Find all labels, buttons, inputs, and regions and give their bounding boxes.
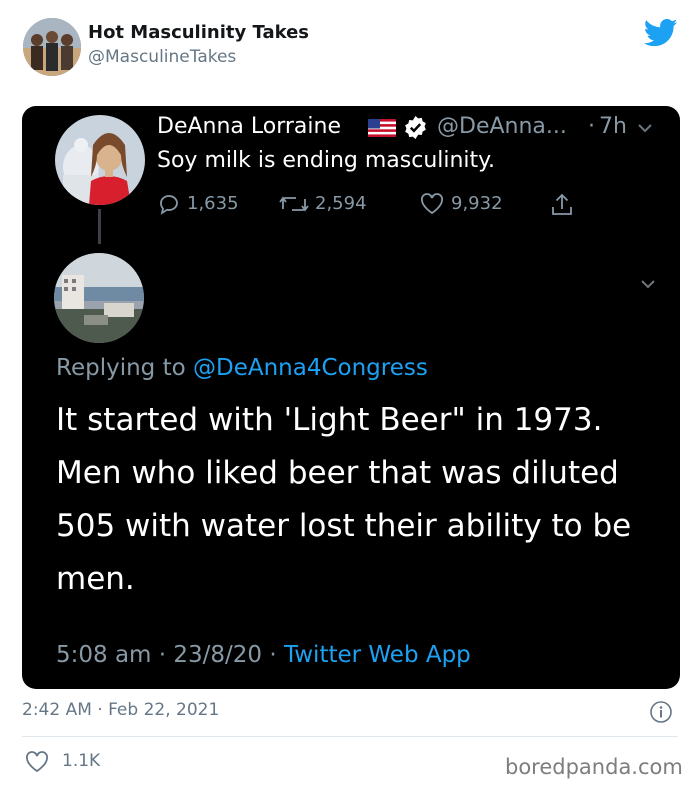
tweet-author-avatar xyxy=(55,115,145,205)
heart-icon[interactable] xyxy=(24,750,50,774)
reply-line: 505 with water lost their ability to be xyxy=(56,508,632,544)
reply-line: Men who liked beer that was diluted xyxy=(56,455,619,491)
us-flag-icon xyxy=(368,119,396,137)
author-name[interactable]: Hot Masculinity Takes xyxy=(88,22,309,43)
thread-line xyxy=(98,209,101,244)
twitter-logo-icon[interactable] xyxy=(643,18,678,48)
tweet-author-handle: @DeAnna... xyxy=(437,114,567,139)
author-handle[interactable]: @MasculineTakes xyxy=(88,47,236,67)
reply-text: It started with 'Light Beer" in 1973. Me… xyxy=(56,394,656,606)
like-action: 9,932 xyxy=(419,192,519,218)
reply-meta: 5:08 am · 23/8/20 · Twitter Web App xyxy=(56,642,471,668)
embedded-screenshot: DeAnna Lorraine @DeAnna... · 7h Soy milk… xyxy=(22,106,680,689)
avatar[interactable] xyxy=(23,18,81,76)
reply-author-avatar xyxy=(54,253,144,343)
verified-badge-icon xyxy=(403,115,428,140)
reply-line: men. xyxy=(56,561,135,597)
retweet-icon xyxy=(279,196,309,212)
tweet-text: Soy milk is ending masculinity. xyxy=(157,148,496,173)
reply-icon xyxy=(160,195,178,215)
divider xyxy=(22,736,678,737)
reply-action: 1,635 xyxy=(157,192,247,218)
tweet-timestamp[interactable]: 2:42 AM · Feb 22, 2021 xyxy=(22,700,219,720)
retweet-count: 2,594 xyxy=(315,193,367,214)
reply-count: 1,635 xyxy=(187,193,239,214)
separator-dot: · xyxy=(588,114,595,139)
chevron-down-icon xyxy=(639,276,657,290)
tweet-time: 7h xyxy=(599,114,627,139)
replying-mention: @DeAnna4Congress xyxy=(192,355,428,381)
tweet-author-name: DeAnna Lorraine xyxy=(157,114,341,139)
replying-to: Replying to @DeAnna4Congress xyxy=(56,355,428,381)
like-count-dark: 9,932 xyxy=(451,193,503,214)
tweet-embed-header: Hot Masculinity Takes @MasculineTakes xyxy=(0,0,700,100)
like-count[interactable]: 1.1K xyxy=(62,751,100,771)
info-icon[interactable] xyxy=(649,700,673,724)
replying-prefix: Replying to xyxy=(56,355,186,381)
heart-icon xyxy=(421,193,443,215)
reply-timestamp: 5:08 am · 23/8/20 · xyxy=(56,642,277,668)
reply-line: It started with 'Light Beer" in 1973. xyxy=(56,402,603,438)
share-icon xyxy=(549,192,575,218)
reply-source-app: Twitter Web App xyxy=(284,642,471,668)
watermark: boredpanda.com xyxy=(505,755,683,779)
chevron-down-icon xyxy=(636,120,654,134)
retweet-action: 2,594 xyxy=(279,192,389,218)
